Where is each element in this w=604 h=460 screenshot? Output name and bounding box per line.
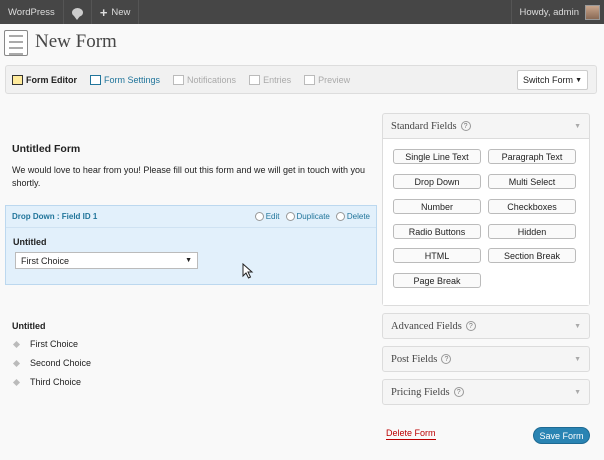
page-break-button[interactable]: Page Break bbox=[393, 273, 481, 288]
standard-fields-body: Single Line Text Paragraph Text Drop Dow… bbox=[383, 138, 589, 305]
field-id-label: Drop Down : Field ID 1 bbox=[12, 212, 98, 221]
standard-fields-panel: Standard Fields ? ▼ Single Line Text Par… bbox=[382, 113, 590, 306]
tab-entries[interactable]: Entries bbox=[249, 74, 292, 85]
help-icon[interactable]: ? bbox=[465, 321, 476, 331]
field-header: Drop Down : Field ID 1 Edit Duplicate De… bbox=[6, 206, 376, 228]
choice-label: Third Choice bbox=[30, 377, 82, 387]
form-toolbar: Form Editor Form Settings Notifications … bbox=[5, 65, 597, 94]
new-content-menu[interactable]: + New bbox=[92, 0, 140, 24]
form-settings-icon bbox=[90, 74, 101, 85]
edit-icon bbox=[254, 212, 264, 221]
selected-field[interactable]: Drop Down : Field ID 1 Edit Duplicate De… bbox=[5, 205, 377, 285]
pricing-fields-header[interactable]: Pricing Fields ? ▼ bbox=[383, 380, 589, 404]
admin-bar: WordPress + New Howdy, admin bbox=[0, 0, 604, 24]
notifications-icon bbox=[173, 74, 185, 85]
plus-icon: + bbox=[99, 4, 108, 20]
comment-bubble-icon bbox=[71, 7, 83, 20]
help-icon[interactable]: ? bbox=[453, 387, 464, 397]
radio-field-label: Untitled bbox=[12, 321, 46, 331]
wordpress-home-link[interactable]: WordPress bbox=[0, 0, 64, 24]
choice-label: Second Choice bbox=[30, 358, 92, 368]
post-fields-header[interactable]: Post Fields ? ▼ bbox=[383, 347, 589, 371]
preview-icon bbox=[304, 74, 316, 85]
delete-label: Delete bbox=[346, 212, 370, 221]
tab-preview[interactable]: Preview bbox=[304, 74, 351, 85]
bullet-icon bbox=[12, 340, 21, 348]
greeting: Howdy, admin bbox=[519, 6, 580, 18]
field-actions: Edit Duplicate Delete bbox=[254, 212, 370, 221]
html-button[interactable]: HTML bbox=[393, 248, 481, 263]
panel-title: Standard Fields bbox=[391, 120, 457, 132]
tab-label: Preview bbox=[318, 74, 351, 85]
form-editor-icon bbox=[12, 74, 23, 85]
list-item: First Choice bbox=[12, 339, 79, 349]
expand-arrow-icon: ▼ bbox=[574, 322, 581, 330]
post-fields-panel[interactable]: Post Fields ? ▼ bbox=[382, 346, 590, 372]
entries-icon bbox=[249, 74, 261, 85]
tab-form-editor[interactable]: Form Editor bbox=[12, 74, 77, 85]
checkboxes-button[interactable]: Checkboxes bbox=[488, 199, 576, 214]
duplicate-icon bbox=[285, 212, 295, 221]
dropdown-preview-select[interactable]: First Choice ▼ bbox=[15, 252, 198, 269]
delete-form-link[interactable]: Delete Form bbox=[386, 428, 436, 440]
switch-form-value: Switch Form bbox=[523, 75, 574, 85]
advanced-fields-header[interactable]: Advanced Fields ? ▼ bbox=[383, 314, 589, 338]
multi-select-button[interactable]: Multi Select bbox=[488, 174, 576, 189]
bullet-icon bbox=[12, 378, 21, 386]
account-menu[interactable]: Howdy, admin bbox=[510, 0, 604, 24]
number-button[interactable]: Number bbox=[393, 199, 481, 214]
panel-title: Pricing Fields bbox=[391, 386, 450, 398]
hidden-button[interactable]: Hidden bbox=[488, 224, 576, 239]
forms-page-icon bbox=[4, 30, 28, 56]
list-item: Second Choice bbox=[12, 358, 92, 368]
form-description: We would love to hear from you! Please f… bbox=[12, 165, 366, 188]
standard-fields-header[interactable]: Standard Fields ? ▼ bbox=[383, 114, 589, 138]
edit-label: Edit bbox=[265, 212, 280, 221]
comments-link[interactable] bbox=[64, 0, 92, 24]
section-break-button[interactable]: Section Break bbox=[488, 248, 576, 263]
expand-arrow-icon: ▼ bbox=[574, 355, 581, 363]
dropdown-arrow-icon: ▼ bbox=[185, 257, 192, 264]
collapse-arrow-icon: ▼ bbox=[574, 122, 581, 130]
help-icon[interactable]: ? bbox=[441, 354, 452, 364]
pricing-fields-panel[interactable]: Pricing Fields ? ▼ bbox=[382, 379, 590, 405]
advanced-fields-panel[interactable]: Advanced Fields ? ▼ bbox=[382, 313, 590, 339]
single-line-text-button[interactable]: Single Line Text bbox=[393, 149, 481, 164]
dropdown-arrow-icon: ▼ bbox=[575, 76, 582, 84]
expand-arrow-icon: ▼ bbox=[574, 388, 581, 396]
paragraph-text-button[interactable]: Paragraph Text bbox=[488, 149, 576, 164]
page-title: New Form bbox=[35, 31, 117, 52]
tab-notifications[interactable]: Notifications bbox=[173, 74, 237, 85]
mouse-cursor-icon bbox=[242, 263, 254, 279]
tab-label: Notifications bbox=[187, 74, 237, 85]
radio-buttons-button[interactable]: Radio Buttons bbox=[393, 224, 481, 239]
duplicate-label: Duplicate bbox=[296, 212, 330, 221]
site-name: WordPress bbox=[8, 6, 55, 18]
tab-form-settings[interactable]: Form Settings bbox=[90, 74, 161, 85]
help-icon[interactable]: ? bbox=[460, 121, 471, 131]
field-label: Untitled bbox=[13, 237, 47, 247]
new-label: New bbox=[111, 6, 131, 18]
bullet-icon bbox=[12, 359, 21, 367]
select-value: First Choice bbox=[21, 255, 70, 266]
choice-label: First Choice bbox=[30, 339, 79, 349]
edit-field-link[interactable]: Edit bbox=[254, 212, 280, 221]
save-form-button[interactable]: Save Form bbox=[533, 427, 590, 444]
tab-label: Form Settings bbox=[104, 74, 161, 85]
panel-title: Advanced Fields bbox=[391, 320, 462, 332]
switch-form-select[interactable]: Switch Form ▼ bbox=[517, 70, 588, 90]
duplicate-field-link[interactable]: Duplicate bbox=[285, 212, 330, 221]
list-item: Third Choice bbox=[12, 377, 82, 387]
delete-field-link[interactable]: Delete bbox=[335, 212, 370, 221]
panel-title: Post Fields bbox=[391, 353, 438, 365]
drop-down-button[interactable]: Drop Down bbox=[393, 174, 481, 189]
form-title: Untitled Form bbox=[12, 143, 81, 155]
tab-label: Form Editor bbox=[26, 74, 77, 85]
avatar bbox=[585, 4, 600, 20]
tab-label: Entries bbox=[263, 74, 292, 85]
delete-icon bbox=[335, 212, 345, 221]
